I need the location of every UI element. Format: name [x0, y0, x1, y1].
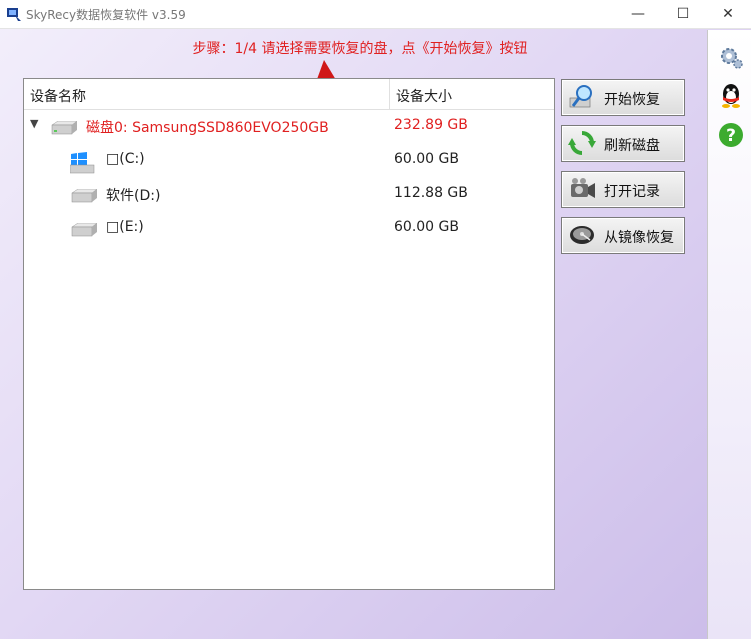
partition-size: 112.88 GB	[394, 185, 468, 201]
watermark-logo	[622, 584, 747, 634]
app-icon	[7, 8, 21, 21]
column-header-device-name[interactable]: 设备名称	[30, 86, 86, 106]
tree-row-disk0[interactable]: ▼ 磁盘0: SamsungSSD860EVO250GB 232.89 GB	[24, 111, 554, 141]
partition-name: □(C:)	[106, 151, 145, 167]
magnifier-disk-icon	[569, 85, 592, 108]
minimize-button[interactable]: —	[615, 0, 661, 28]
partition-size: 60.00 GB	[394, 151, 459, 167]
open-record-label: 打开记录	[604, 184, 660, 200]
start-recovery-button[interactable]: 开始恢复	[561, 79, 685, 116]
partition-name: 软件(D:)	[106, 188, 161, 204]
device-list: 设备名称 设备大小 ▼ 磁盘0: SamsungSSD860EVO250GB 2…	[23, 78, 555, 590]
partition-name: □(E:)	[106, 219, 144, 235]
help-icon[interactable]: ?	[718, 122, 744, 148]
hard-drive-icon	[570, 226, 594, 244]
refresh-disk-label: 刷新磁盘	[604, 138, 660, 154]
title-bar: SkyRecy数据恢复软件 v3.59 — ☐ ✕	[0, 0, 751, 29]
window-title: SkyRecy数据恢复软件 v3.59	[26, 8, 186, 22]
refresh-icon	[568, 131, 596, 155]
disk-size: 232.89 GB	[394, 117, 468, 133]
open-record-button[interactable]: 打开记录	[561, 171, 685, 208]
disk-name: 磁盘0: SamsungSSD860EVO250GB	[86, 120, 329, 136]
device-list-header: 设备名称 设备大小	[24, 79, 554, 110]
drive-icon	[70, 164, 95, 174]
tree-row-partition-e[interactable]: □(E:) 60.00 GB	[24, 213, 554, 243]
restore-from-image-button[interactable]: 从镜像恢复	[561, 217, 685, 254]
drive-icon	[71, 223, 98, 237]
camera-icon	[571, 178, 595, 198]
refresh-disk-button[interactable]: 刷新磁盘	[561, 125, 685, 162]
close-button[interactable]: ✕	[705, 0, 751, 28]
drive-icon	[71, 189, 98, 203]
column-header-device-size[interactable]: 设备大小	[396, 86, 452, 106]
svg-text:?: ?	[726, 126, 736, 146]
column-divider[interactable]	[389, 79, 390, 109]
right-toolbar: ?	[707, 30, 751, 639]
hard-disk-icon	[51, 121, 78, 135]
tree-row-partition-d[interactable]: 软件(D:) 112.88 GB	[24, 179, 554, 209]
step-instruction: 步骤：1/4 请选择需要恢复的盘，点《开始恢复》按钮	[192, 41, 528, 57]
start-recovery-label: 开始恢复	[604, 92, 660, 108]
maximize-button[interactable]: ☐	[660, 0, 706, 28]
partition-size: 60.00 GB	[394, 219, 459, 235]
tree-row-partition-c[interactable]: □(C:) 60.00 GB	[24, 145, 554, 175]
restore-from-image-label: 从镜像恢复	[604, 230, 674, 246]
settings-icon[interactable]	[718, 44, 744, 70]
qq-penguin-icon[interactable]	[718, 82, 744, 108]
chevron-down-icon[interactable]: ▼	[30, 117, 38, 130]
